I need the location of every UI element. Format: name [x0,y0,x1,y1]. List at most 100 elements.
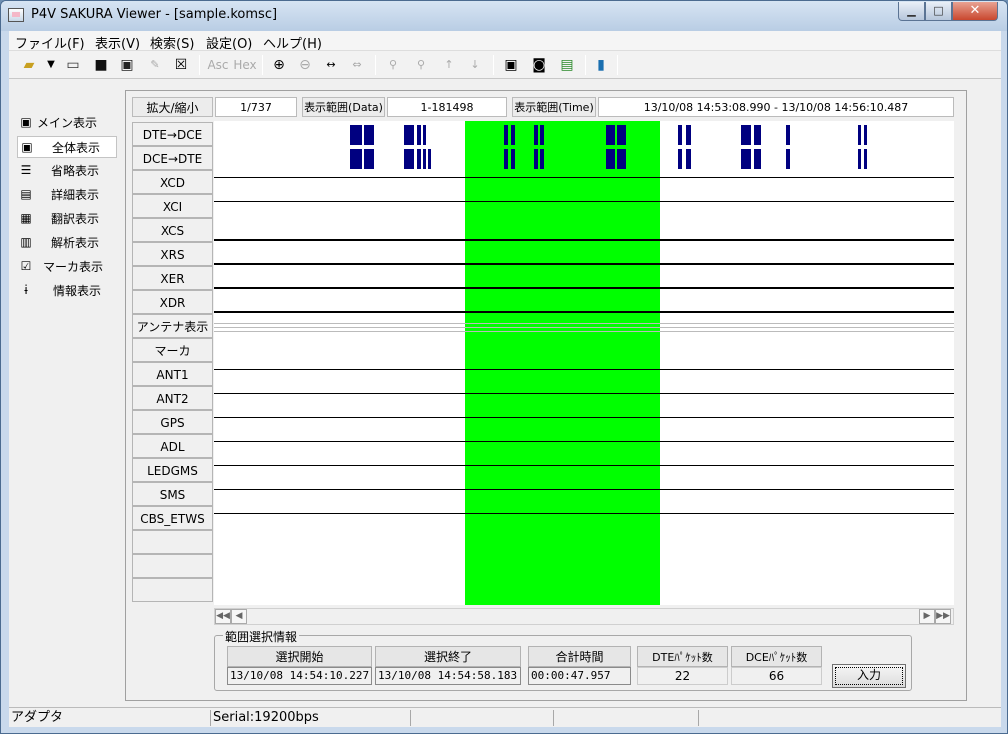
menu-settings[interactable]: 設定(O) [206,33,252,52]
packet-block [364,149,374,169]
signal-label-dte-dce[interactable]: DTE→DCE [132,122,213,146]
packet-block [606,125,615,145]
title-bar[interactable]: P4V SAKURA Viewer - [sample.komsc] ▁ □ ✕ [1,1,1007,31]
maximize-button[interactable]: □ [925,2,952,21]
total-value-field[interactable]: 00:00:47.957 [528,667,631,685]
packet-block [423,125,426,145]
signal-line-xcs [214,239,954,241]
asc-button[interactable]: Asc [206,55,230,75]
menu-help[interactable]: ヘルプ(H) [263,33,322,52]
zoom-in-icon[interactable]: ⊕ [269,55,289,75]
scroll-first-icon[interactable]: ◀◀ [215,609,231,624]
packet-block [350,149,362,169]
sidebar-item-label: マーカ表示 [43,260,104,274]
sidebar-item-translate[interactable]: ▦ 翻訳表示 [17,208,117,230]
scroll-left-icon[interactable]: ◀ [231,609,247,624]
scroll-right-icon[interactable]: ▶ [919,609,935,624]
zoom-out-icon[interactable]: ⊖ [295,55,315,75]
minimize-button[interactable]: ▁ [898,2,925,21]
sidebar-item-marker[interactable]: ☑ マーカ表示 [17,256,117,278]
hex-button[interactable]: Hex [233,55,257,75]
signal-label-marker[interactable]: マーカ [132,338,213,362]
id-filter-icon[interactable]: ⚲ [411,55,431,75]
signal-line-xer [214,287,954,289]
fit-width-icon[interactable]: ↔ [321,55,341,75]
packet-block [534,125,538,145]
save-as-icon[interactable]: ▣ [117,55,137,75]
signal-label-ant1[interactable]: ANT1 [132,362,213,386]
close-button[interactable]: ✕ [952,2,998,21]
signal-line-xcd [214,177,954,178]
menu-search[interactable]: 検索(S) [150,33,194,52]
signal-label-ledgms[interactable]: LEDGMS [132,458,213,482]
selection-region[interactable] [465,121,660,605]
app-icon[interactable] [8,8,24,22]
input-button[interactable]: 入力 [832,664,906,688]
sidebar-item-label: メイン表示 [37,116,98,130]
signal-label-cbs-etws[interactable]: CBS_ETWS [132,506,213,530]
antenna-divider [214,323,954,324]
signal-label-xrs[interactable]: XRS [132,242,213,266]
sidebar-item-main[interactable]: ▣ メイン表示 [17,112,117,134]
export-icon[interactable]: ▤ [557,55,577,75]
atd-filter-icon[interactable]: ⚲ [383,55,403,75]
list-icon: ☰ [20,163,32,177]
sort-up-icon[interactable]: ↑ [439,55,459,75]
sidebar-item-analysis[interactable]: ▥ 解析表示 [17,232,117,254]
sidebar-item-info[interactable]: ɨ 情報表示 [17,280,117,302]
end-value-field[interactable]: 13/10/08 14:54:58.183 [375,667,521,685]
total-header: 合計時間 [528,646,631,667]
sort-down-icon[interactable]: ↓ [465,55,485,75]
signal-label-antenna[interactable]: アンテナ表示 [132,314,213,338]
signal-label-ant2[interactable]: ANT2 [132,386,213,410]
start-value-field[interactable]: 13/10/08 14:54:10.227 [227,667,372,685]
fit-all-icon[interactable]: ⇔ [347,55,367,75]
packet-block [417,125,421,145]
sidebar-item-detail[interactable]: ▤ 詳細表示 [17,184,117,206]
sidebar-item-label: 省略表示 [51,164,100,178]
preview-icon[interactable]: ▣ [501,55,521,75]
status-pane [699,710,999,726]
signal-label-xer[interactable]: XER [132,266,213,290]
signal-line-gps [214,441,954,442]
toolbar: ▰ ▼ ▭ ■ ▣ ✎ ☒ Asc Hex ⊕ ⊖ ↔ ⇔ ⚲ ⚲ ↑ ↓ ▣ … [9,51,1001,79]
save-icon[interactable]: ■ [91,55,111,75]
window-title: P4V SAKURA Viewer - [sample.komsc] [31,7,278,22]
open-folder-icon[interactable]: ▰ [19,55,39,75]
menu-bar: ファイル(F) 表示(V) 検索(S) 設定(O) ヘルプ(H) [9,31,1001,52]
sidebar-item-label: 翻訳表示 [51,212,100,226]
packet-block [686,149,691,169]
timeline-canvas[interactable] [214,121,954,605]
edit-icon[interactable]: ✎ [145,55,165,75]
signal-label-gps[interactable]: GPS [132,410,213,434]
signal-label-xci[interactable]: XCI [132,194,213,218]
packet-block [540,125,544,145]
signal-label-xdr[interactable]: XDR [132,290,213,314]
signal-line-ant1 [214,393,954,394]
menu-view[interactable]: 表示(V) [95,33,140,52]
status-serial: Serial:19200bps [211,710,411,726]
signal-label-xcd[interactable]: XCD [132,170,213,194]
range-info-title: 範囲選択情報 [223,628,300,645]
scroll-last-icon[interactable]: ▶▶ [935,609,951,624]
signal-label-dce-dte[interactable]: DCE→DTE [132,146,213,170]
toolbar-separator [262,55,263,75]
packet-block [617,149,626,169]
camera-icon[interactable]: ◙ [529,55,549,75]
exit-door-icon[interactable]: ▮ [591,55,611,75]
close-file-icon[interactable]: ☒ [171,55,191,75]
packet-block [504,125,508,145]
packet-block [364,125,374,145]
packet-block [754,125,761,145]
horizontal-scrollbar[interactable]: ◀◀ ◀ ▶ ▶▶ [214,608,954,625]
packet-block [423,149,426,169]
signal-label-adl[interactable]: ADL [132,434,213,458]
sidebar-item-overview[interactable]: ▣ 全体表示 [17,136,117,158]
dropdown-arrow-icon[interactable]: ▼ [41,55,61,75]
signal-label-xcs[interactable]: XCS [132,218,213,242]
menu-file[interactable]: ファイル(F) [15,33,85,52]
open-file-icon[interactable]: ▭ [63,55,83,75]
sidebar-item-abbrev[interactable]: ☰ 省略表示 [17,160,117,182]
signal-label-sms[interactable]: SMS [132,482,213,506]
signal-line-xci [214,201,954,202]
